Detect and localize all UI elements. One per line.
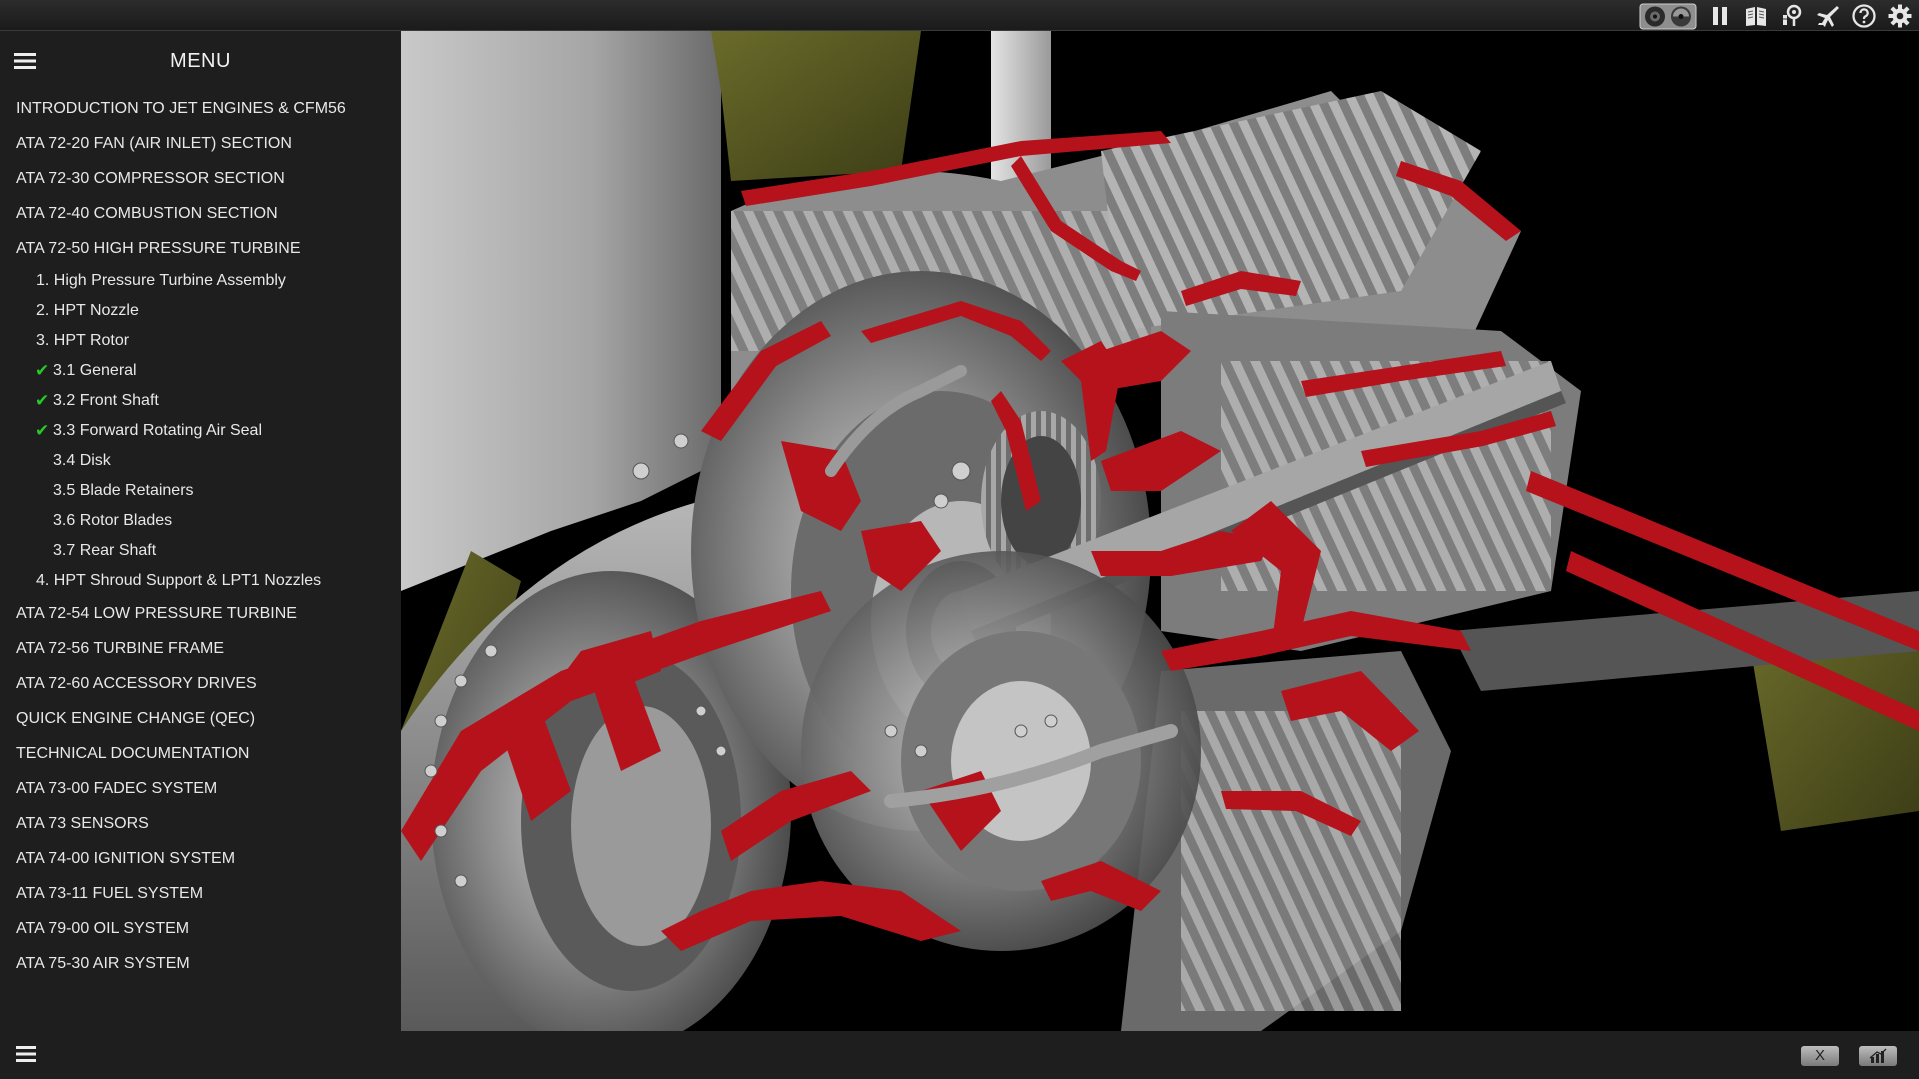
menu-item-label: 3.5 Blade Retainers [53, 482, 194, 499]
menu-item-label: 3.1 General [53, 362, 137, 379]
menu-item-label: ATA 72-30 COMPRESSOR SECTION [16, 170, 285, 187]
menu-item-label: TECHNICAL DOCUMENTATION [16, 745, 250, 762]
menu-item-label: 3.4 Disk [53, 452, 111, 469]
menu-item-label: ATA 72-40 COMBUSTION SECTION [16, 205, 278, 222]
top-toolbar [0, 0, 1919, 31]
sidebar-menu: MENU INTRODUCTION TO JET ENGINES & CFM56… [0, 31, 401, 1031]
menu-item-label: 3.3 Forward Rotating Air Seal [53, 422, 262, 439]
engine-3d-viewport[interactable] [401, 31, 1919, 1031]
engine-cutaway-render [401, 31, 1919, 1031]
completed-check-icon: ✔ [35, 361, 50, 380]
location-pin-icon[interactable] [1778, 3, 1805, 30]
airplane-icon[interactable] [1814, 3, 1841, 30]
menu-item-label: ATA 72-50 HIGH PRESSURE TURBINE [16, 240, 301, 257]
bottom-status-bar: X [401, 1031, 1919, 1079]
menu-section-item[interactable]: ATA 73-11 FUEL SYSTEM [0, 876, 401, 911]
menu-item-label: ATA 73-11 FUEL SYSTEM [16, 885, 204, 902]
menu-title: MENU [170, 50, 231, 72]
menu-section-item[interactable]: ATA 79-00 OIL SYSTEM [0, 911, 401, 946]
pause-icon[interactable] [1706, 3, 1733, 30]
menu-section-item[interactable]: ATA 74-00 IGNITION SYSTEM [0, 841, 401, 876]
help-icon[interactable] [1850, 3, 1877, 30]
completed-check-icon: ✔ [35, 421, 50, 440]
menu-section-item[interactable]: ATA 73 SENSORS [0, 806, 401, 841]
menu-item-label: 3.7 Rear Shaft [53, 542, 157, 559]
menu-section-item[interactable]: ATA 72-20 FAN (AIR INLET) SECTION [0, 126, 401, 161]
menu-subsection-item[interactable]: 3.4 Disk [0, 446, 401, 476]
gear-icon[interactable] [1886, 3, 1913, 30]
menu-item-label: ATA 79-00 OIL SYSTEM [16, 920, 190, 937]
menu-subsection-item[interactable]: 2. HPT Nozzle [0, 296, 401, 326]
menu-subsection-item[interactable]: ✔ 3.3 Forward Rotating Air Seal [0, 416, 401, 446]
menu-item-label: 3.2 Front Shaft [53, 392, 159, 409]
menu-item-label: QUICK ENGINE CHANGE (QEC) [16, 710, 256, 727]
menu-item-label: INTRODUCTION TO JET ENGINES & CFM56 [16, 100, 346, 117]
menu-section-item[interactable]: ATA 75-30 AIR SYSTEM [0, 946, 401, 981]
menu-section-item[interactable]: ATA 72-30 COMPRESSOR SECTION [0, 161, 401, 196]
menu-item-label: ATA 75-30 AIR SYSTEM [16, 955, 190, 972]
toolbar-icon-group [1639, 2, 1913, 30]
menu-item-label: 3. HPT Rotor [36, 332, 130, 349]
menu-section-item[interactable]: INTRODUCTION TO JET ENGINES & CFM56 [0, 91, 401, 126]
menu-subsection-item[interactable]: ✔ 3.1 General [0, 356, 401, 386]
menu-subsection-item[interactable]: 1. High Pressure Turbine Assembly [0, 266, 401, 296]
sidebar-footer [0, 1031, 401, 1079]
menu-section-item[interactable]: ATA 73-00 FADEC SYSTEM [0, 771, 401, 806]
menu-item-label: ATA 72-54 LOW PRESSURE TURBINE [16, 605, 297, 622]
completed-check-icon: ✔ [35, 391, 50, 410]
stats-chart-icon[interactable] [1859, 1046, 1897, 1066]
bottom-hamburger-icon[interactable] [16, 1045, 38, 1063]
menu-header: MENU [0, 31, 401, 91]
menu-section-item[interactable]: QUICK ENGINE CHANGE (QEC) [0, 701, 401, 736]
menu-subsection-item[interactable]: 3.7 Rear Shaft [0, 536, 401, 566]
view-toggle-icon[interactable] [1639, 3, 1697, 30]
menu-section-item[interactable]: ATA 72-50 HIGH PRESSURE TURBINE [0, 231, 401, 266]
menu-item-label: ATA 73 SENSORS [16, 815, 149, 832]
menu-list: INTRODUCTION TO JET ENGINES & CFM56 ATA 7… [0, 91, 401, 981]
book-icon[interactable] [1742, 3, 1769, 30]
menu-subsection-item[interactable]: ✔ 3.2 Front Shaft [0, 386, 401, 416]
menu-section-item[interactable]: TECHNICAL DOCUMENTATION [0, 736, 401, 771]
menu-item-label: 2. HPT Nozzle [36, 302, 139, 319]
menu-section-item[interactable]: ATA 72-54 LOW PRESSURE TURBINE [0, 596, 401, 631]
menu-item-label: ATA 72-56 TURBINE FRAME [16, 640, 225, 657]
menu-item-label: ATA 72-20 FAN (AIR INLET) SECTION [16, 135, 292, 152]
menu-subsection-item[interactable]: 4. HPT Shroud Support & LPT1 Nozzles [0, 566, 401, 596]
menu-item-label: ATA 74-00 IGNITION SYSTEM [16, 850, 236, 867]
menu-section-item[interactable]: ATA 72-56 TURBINE FRAME [0, 631, 401, 666]
menu-subsection-item[interactable]: 3.6 Rotor Blades [0, 506, 401, 536]
close-button[interactable]: X [1801, 1046, 1839, 1066]
menu-section-item[interactable]: ATA 72-40 COMBUSTION SECTION [0, 196, 401, 231]
menu-item-label: ATA 72-60 ACCESSORY DRIVES [16, 675, 257, 692]
menu-subsection-item[interactable]: 3. HPT Rotor [0, 326, 401, 356]
menu-item-label: ATA 73-00 FADEC SYSTEM [16, 780, 218, 797]
menu-subsection-item[interactable]: 3.5 Blade Retainers [0, 476, 401, 506]
menu-section-item[interactable]: ATA 72-60 ACCESSORY DRIVES [0, 666, 401, 701]
menu-item-label: 4. HPT Shroud Support & LPT1 Nozzles [36, 572, 322, 589]
menu-item-label: 1. High Pressure Turbine Assembly [36, 272, 286, 289]
menu-item-label: 3.6 Rotor Blades [53, 512, 173, 529]
